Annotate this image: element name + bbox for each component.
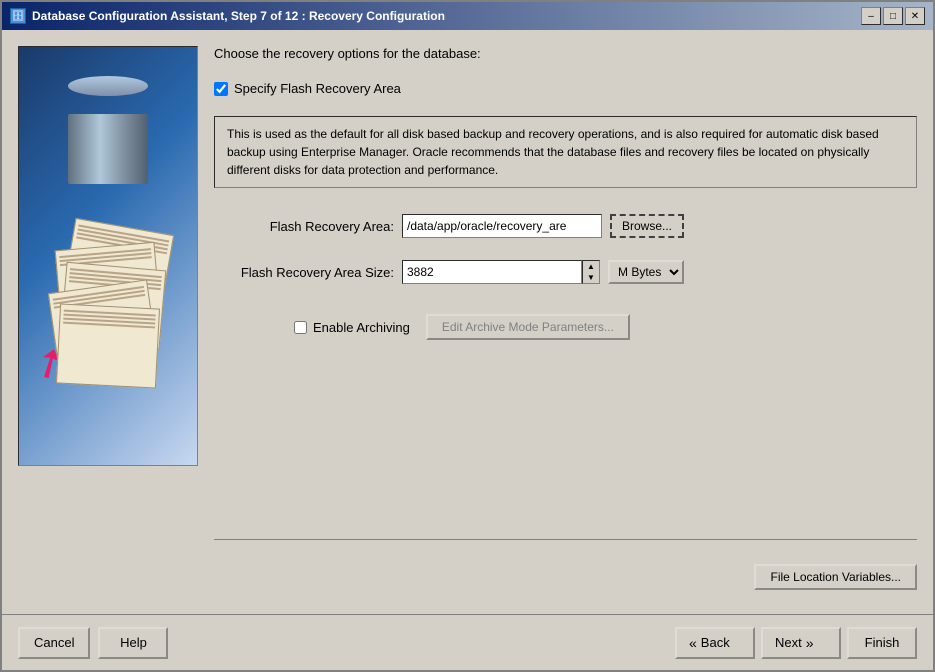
flash-recovery-area-label: Flash Recovery Area: <box>214 219 394 234</box>
edit-archive-mode-button[interactable]: Edit Archive Mode Parameters... <box>426 314 630 340</box>
spinner-down-button[interactable]: ▼ <box>583 272 599 283</box>
minimize-button[interactable]: – <box>861 7 881 25</box>
back-arrow-icon: « <box>689 635 697 651</box>
archiving-row: Enable Archiving Edit Archive Mode Param… <box>214 314 917 340</box>
size-spinner: ▲ ▼ <box>582 260 600 284</box>
file-location-variables-button[interactable]: File Location Variables... <box>754 564 917 590</box>
close-button[interactable]: ✕ <box>905 7 925 25</box>
maximize-button[interactable]: □ <box>883 7 903 25</box>
next-button[interactable]: Next » <box>761 627 841 659</box>
app-icon: 🗄 <box>10 8 26 24</box>
browse-button[interactable]: Browse... <box>610 214 684 238</box>
spacer <box>214 352 917 519</box>
paper-pile <box>38 206 178 406</box>
title-bar: 🗄 Database Configuration Assistant, Step… <box>2 2 933 30</box>
illustration-panel: ➚ <box>18 46 198 466</box>
cylinder-top <box>68 76 148 96</box>
title-buttons: – □ ✕ <box>861 7 925 25</box>
spinner-up-button[interactable]: ▲ <box>583 261 599 272</box>
finish-button[interactable]: Finish <box>847 627 917 659</box>
separator-line <box>214 539 917 540</box>
flash-recovery-size-input[interactable] <box>402 260 582 284</box>
nav-right-buttons: « Back Next » Finish <box>675 627 917 659</box>
content-area: ➚ <box>2 30 933 614</box>
main-section: ➚ <box>18 46 917 598</box>
enable-archiving-label: Enable Archiving <box>313 320 410 335</box>
flash-recovery-size-label: Flash Recovery Area Size: <box>214 265 394 280</box>
illustration-art: ➚ <box>28 66 188 446</box>
file-location-btn-area: File Location Variables... <box>214 560 917 598</box>
flash-recovery-area-row: Flash Recovery Area: Browse... <box>214 214 917 238</box>
size-input-group: ▲ ▼ <box>402 260 600 284</box>
back-label: Back <box>701 635 730 650</box>
nav-bar: Cancel Help « Back Next » Finish <box>2 614 933 670</box>
back-button[interactable]: « Back <box>675 627 755 659</box>
cylinder-body <box>68 114 148 184</box>
cancel-button[interactable]: Cancel <box>18 627 90 659</box>
specify-flash-label: Specify Flash Recovery Area <box>234 81 401 96</box>
enable-archiving-checkbox[interactable] <box>294 321 307 334</box>
next-label: Next <box>775 635 802 650</box>
unit-select[interactable]: M Bytes G Bytes <box>608 260 684 284</box>
description-text: This is used as the default for all disk… <box>214 116 917 188</box>
flash-recovery-area-input[interactable] <box>402 214 602 238</box>
title-bar-left: 🗄 Database Configuration Assistant, Step… <box>10 8 445 24</box>
right-panel: Choose the recovery options for the data… <box>214 46 917 598</box>
next-arrow-icon: » <box>806 635 814 651</box>
help-button[interactable]: Help <box>98 627 168 659</box>
flash-recovery-size-row: Flash Recovery Area Size: ▲ ▼ M Bytes G … <box>214 260 917 284</box>
window-title: Database Configuration Assistant, Step 7… <box>32 9 445 23</box>
paper-5 <box>56 303 160 388</box>
nav-left-buttons: Cancel Help <box>18 627 168 659</box>
specify-flash-checkbox[interactable] <box>214 82 228 96</box>
cylinder-icon <box>68 76 148 166</box>
instruction-text: Choose the recovery options for the data… <box>214 46 917 61</box>
specify-flash-checkbox-row: Specify Flash Recovery Area <box>214 81 917 96</box>
main-window: 🗄 Database Configuration Assistant, Step… <box>0 0 935 672</box>
